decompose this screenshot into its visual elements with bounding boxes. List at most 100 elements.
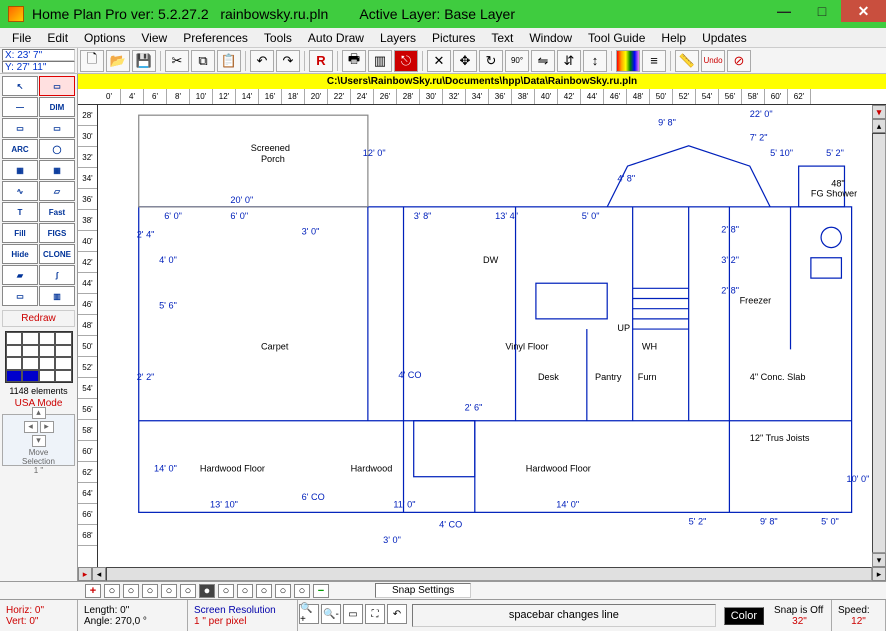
layers-icon[interactable]: ≡ [642,50,666,72]
undo2-icon[interactable]: Undo [701,50,725,72]
scroll-right[interactable]: ▸ [872,567,886,581]
snap-3[interactable]: ○ [142,584,158,598]
scroll-up[interactable]: ▴ [872,119,886,133]
exit-icon[interactable]: ⎋ [394,50,418,72]
snap-1[interactable]: ○ [104,584,120,598]
menu-preferences[interactable]: Preferences [175,29,256,47]
maximize-button[interactable]: □ [803,0,841,22]
horizontal-ruler[interactable]: 0'4'6'8'10'12'14'16'18'20'22'24'26'28'30… [78,89,886,105]
snap-4[interactable]: ○ [161,584,177,598]
tool-free[interactable]: ʃ [39,265,75,285]
menu-layers[interactable]: Layers [372,29,424,47]
trim-icon[interactable]: ✕ [427,50,451,72]
save-icon[interactable]: 💾 [132,50,156,72]
snap-11[interactable]: ○ [294,584,310,598]
snap-5[interactable]: ○ [180,584,196,598]
tool-line[interactable]: — [2,97,38,117]
move-right[interactable]: ▸ [40,421,54,433]
tool-grid3[interactable]: ▥ [39,286,75,306]
minimize-button[interactable]: — [765,0,803,22]
rot90-icon[interactable]: 90° [505,50,529,72]
copy-icon[interactable]: ⧉ [191,50,215,72]
undo-icon[interactable]: ↶ [250,50,274,72]
paste-icon[interactable]: 📋 [217,50,241,72]
snap-7[interactable]: ○ [218,584,234,598]
tool-ellipse[interactable]: ◯ [39,139,75,159]
zoom-out-icon[interactable]: 🔍- [321,604,341,624]
scroll-up-red[interactable]: ▾ [872,105,886,119]
zoom-prev-icon[interactable]: ↶ [387,604,407,624]
color-grid[interactable] [5,331,73,383]
move-left[interactable]: ◂ [24,421,38,433]
tool-fast[interactable]: Fast [39,202,75,222]
menu-autodraw[interactable]: Auto Draw [300,29,372,47]
print-icon[interactable]: 🖶 [342,50,366,72]
menu-window[interactable]: Window [521,29,580,47]
status-speed[interactable]: Speed:12" [832,600,886,631]
open-icon[interactable]: 📂 [106,50,130,72]
tool-rect2[interactable]: ▭ [39,118,75,138]
scroll-down[interactable]: ▾ [872,553,886,567]
cut-icon[interactable]: ✂ [165,50,189,72]
horizontal-scrollbar[interactable]: ▸ ◂ ▸ [78,567,886,581]
status-snap[interactable]: Snap is Off32" [768,600,832,631]
move-icon[interactable]: ✥ [453,50,477,72]
snap-6[interactable]: ● [199,584,215,598]
tool-hide[interactable]: Hide [2,244,38,264]
redraw-icon[interactable]: R [309,50,333,72]
scroll-left[interactable]: ◂ [92,567,106,581]
snap-10[interactable]: ○ [275,584,291,598]
snap-settings-button[interactable]: Snap Settings [375,583,471,598]
tool-rect[interactable]: ▭ [2,118,38,138]
snap-minus[interactable]: − [313,584,329,598]
tool-grid[interactable]: ▦ [2,160,38,180]
menu-updates[interactable]: Updates [694,29,755,47]
menu-help[interactable]: Help [653,29,694,47]
drawing-canvas[interactable]: ScreenedPorch Carpet Hardwood Floor Hard… [98,105,872,567]
flip-icon[interactable]: ⇵ [557,50,581,72]
tool-grid2[interactable]: ▦ [39,160,75,180]
tool-clone[interactable]: CLONE [39,244,75,264]
redo-icon[interactable]: ↷ [276,50,300,72]
zoom-window-icon[interactable]: ▭ [343,604,363,624]
nosnap-icon[interactable]: ⊘ [727,50,751,72]
move-up[interactable]: ▴ [32,407,46,419]
tool-arc[interactable]: ARC [2,139,38,159]
snap-9[interactable]: ○ [256,584,272,598]
tool-img[interactable]: ▰ [2,265,38,285]
offset-icon[interactable]: ↕ [583,50,607,72]
move-down[interactable]: ▾ [32,435,46,447]
menu-text[interactable]: Text [483,29,521,47]
redraw-button[interactable]: Redraw [2,310,75,327]
menu-file[interactable]: File [4,29,39,47]
scroll-left-red[interactable]: ▸ [78,567,92,581]
vertical-ruler[interactable]: 28'30'32'34'36'38'40'42'44'46'48'50'52'5… [78,105,98,567]
menu-toolguide[interactable]: Tool Guide [580,29,653,47]
zoom-extents-icon[interactable]: ⛶ [365,604,385,624]
snap-8[interactable]: ○ [237,584,253,598]
tool-figs[interactable]: FIGS [39,223,75,243]
mirror-icon[interactable]: ⇋ [531,50,555,72]
palette-icon[interactable] [616,50,640,72]
new-icon[interactable]: 🗋 [80,50,104,72]
measure-icon[interactable]: 📏 [675,50,699,72]
menu-pictures[interactable]: Pictures [424,29,483,47]
tool-arrow[interactable]: ↖ [2,76,38,96]
tool-poly[interactable]: ▱ [39,181,75,201]
snap-2[interactable]: ○ [123,584,139,598]
vertical-scrollbar[interactable]: ▾ ▴ ▾ [872,105,886,567]
tool-snap[interactable]: ▭ [2,286,38,306]
rotate-icon[interactable]: ↻ [479,50,503,72]
menu-edit[interactable]: Edit [39,29,76,47]
tool-fill[interactable]: Fill [2,223,38,243]
tool-select[interactable]: ▭ [39,76,75,96]
snap-plus[interactable]: + [85,584,101,598]
tool-curve[interactable]: ∿ [2,181,38,201]
zoom-in-icon[interactable]: 🔍+ [299,604,319,624]
close-button[interactable]: ✕ [841,0,886,22]
menu-view[interactable]: View [133,29,175,47]
menu-options[interactable]: Options [76,29,133,47]
menu-tools[interactable]: Tools [256,29,300,47]
tool-dim[interactable]: DIM [39,97,75,117]
color-button[interactable]: Color [724,607,764,625]
